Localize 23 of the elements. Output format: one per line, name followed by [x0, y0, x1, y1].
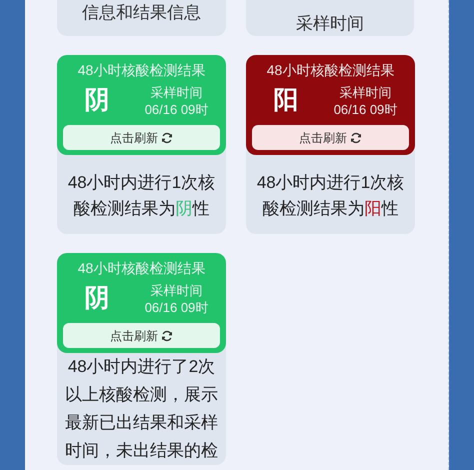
result-description: 48小时内进行了2次 以上核酸检测，展示 最新已出结果和采样 时间，未出结果的检 — [64, 356, 219, 462]
result-title: 48小时核酸检测结果 — [78, 61, 206, 79]
refresh-button[interactable]: 点击刷新 — [63, 323, 220, 348]
result-title: 48小时核酸检测结果 — [78, 259, 206, 277]
sample-label: 采样时间 — [150, 282, 202, 299]
refresh-button[interactable]: 点击刷新 — [63, 125, 220, 150]
info-text: 信息和结果信息 — [82, 2, 201, 24]
refresh-button[interactable]: 点击刷新 — [252, 125, 409, 150]
result-label: 阴 — [84, 283, 110, 314]
sample-time: 06/16 09时 — [334, 101, 398, 118]
refresh-icon — [350, 132, 362, 144]
result-title: 48小时核酸检测结果 — [266, 61, 394, 79]
refresh-icon — [161, 330, 173, 342]
result-label: 阳 — [272, 85, 300, 116]
result-label: 阴 — [84, 85, 110, 116]
sample-label: 采样时间 — [340, 84, 392, 101]
info-text: 采样时间 — [296, 13, 364, 35]
sample-label: 采样时间 — [150, 84, 202, 101]
sample-time: 06/16 09时 — [144, 101, 208, 118]
result-description: 48小时内进行1次核 酸检测结果为阴性 — [66, 172, 216, 220]
sample-time: 06/16 09时 — [144, 299, 208, 316]
result-description: 48小时内进行1次核 酸检测结果为阳性 — [256, 172, 406, 220]
refresh-icon — [161, 132, 173, 144]
